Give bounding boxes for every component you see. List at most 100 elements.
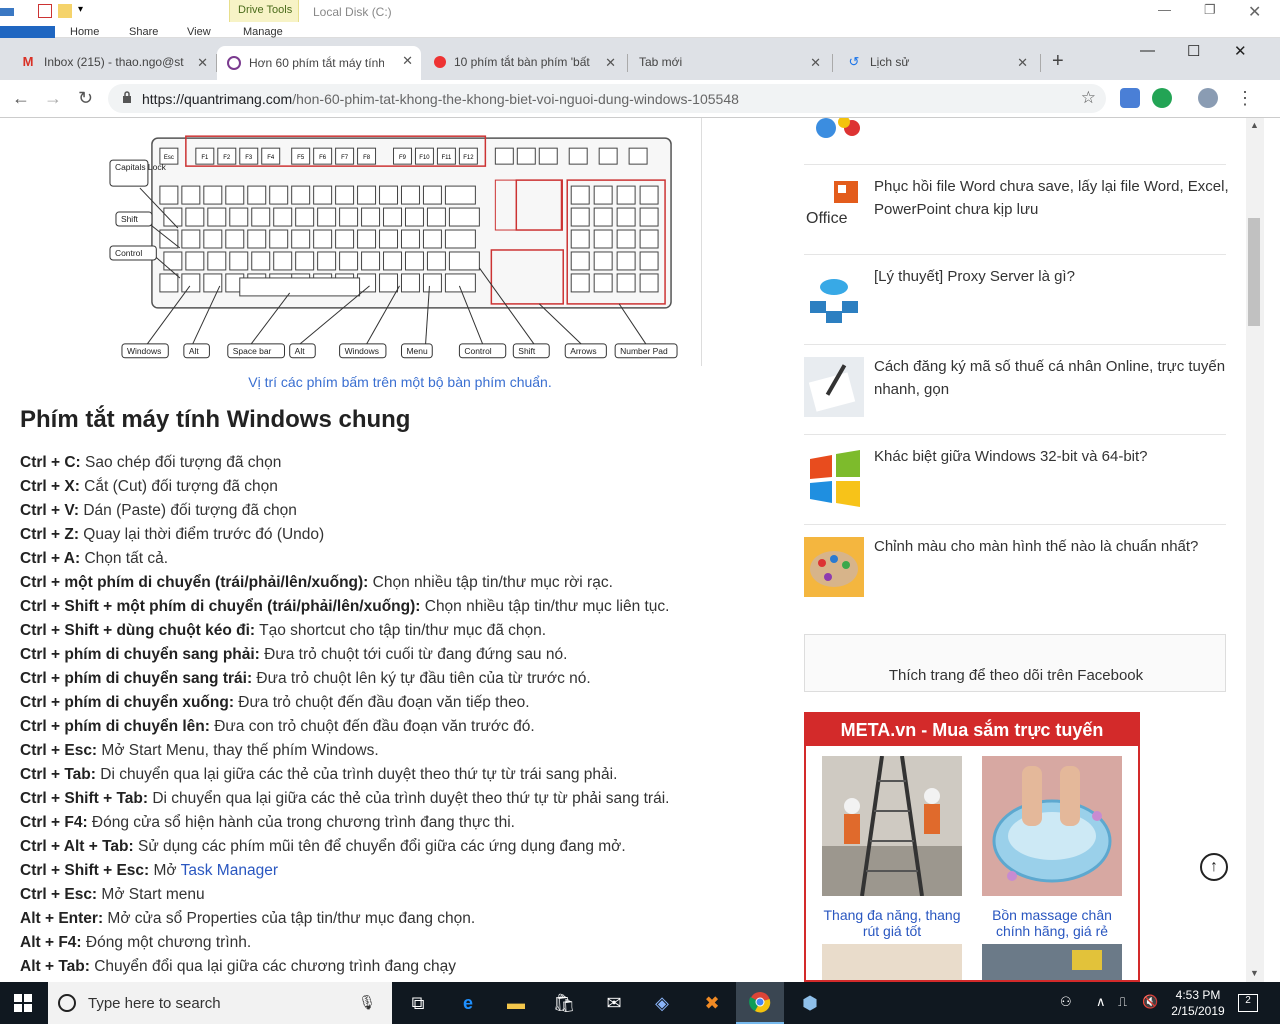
people-icon[interactable]: ⚇ [1060, 994, 1072, 1010]
key [247, 185, 267, 205]
tab-news[interactable]: 10 phím tắt bàn phím 'bất ✕ [424, 48, 624, 76]
tab-new[interactable]: Tab mới ✕ [629, 48, 829, 76]
related-article-item[interactable]: [Lý thuyết] Proxy Server là gì? [804, 254, 1226, 344]
callout-label: Shift [518, 346, 536, 356]
task-manager-link[interactable]: Task Manager [181, 862, 278, 879]
volume-mute-icon[interactable]: 🔇 [1142, 994, 1158, 1010]
notification-center-icon[interactable]: 2 [1238, 994, 1258, 1012]
related-article-item[interactable]: Cách đăng ký mã số thuế cá nhân Online, … [804, 344, 1226, 434]
tab-quantrimang[interactable]: Hơn 60 phím tắt máy tính ✕ [217, 46, 421, 80]
tab-gmail[interactable]: M Inbox (215) - thao.ngo@stu ✕ [10, 48, 216, 76]
related-article-title[interactable]: [Lý thuyết] Proxy Server là gì? [874, 265, 1229, 288]
product-title[interactable]: Thang đa năng, thang rút giá tốt [822, 907, 962, 939]
maximize-icon[interactable]: ☐ [1187, 42, 1200, 60]
utility-key [538, 147, 558, 165]
shortcut-keys: Ctrl + A: [20, 550, 81, 567]
virtualbox-icon[interactable]: ⬢ [786, 982, 834, 1024]
new-tab-button[interactable]: + [1052, 50, 1064, 73]
related-article-item[interactable] [804, 118, 1226, 154]
chevron-down-icon[interactable]: ▾ [78, 4, 92, 18]
key [404, 251, 424, 271]
minimize-icon[interactable]: — [1140, 42, 1155, 59]
numpad-key [593, 229, 613, 249]
ribbon-file-tab[interactable] [0, 26, 55, 38]
chevron-up-icon[interactable]: ∧ [1096, 994, 1106, 1010]
numpad-key [639, 207, 659, 227]
close-icon[interactable]: ✕ [402, 53, 413, 69]
close-icon[interactable]: ✕ [605, 55, 616, 71]
tab-history[interactable]: ↺ Lịch sử ✕ [836, 48, 1036, 76]
forward-icon[interactable]: → [44, 88, 62, 109]
history-icon: ↺ [848, 54, 860, 69]
network-icon[interactable]: ⎍ [1118, 994, 1127, 1010]
key [400, 185, 420, 205]
callout-label: Menu [406, 346, 427, 356]
related-article-title[interactable]: Phục hồi file Word chưa save, lấy lại fi… [874, 175, 1229, 221]
close-icon[interactable]: ✕ [1248, 2, 1261, 22]
file-explorer-icon[interactable]: ▬ [492, 982, 540, 1024]
shortcut-keys: Alt + Enter: [20, 910, 104, 927]
close-icon[interactable]: ✕ [1234, 42, 1247, 60]
related-article-title[interactable]: Cách đăng ký mã số thuế cá nhân Online, … [874, 355, 1229, 401]
ribbon-home-tab[interactable]: Home [70, 26, 99, 38]
xampp-icon[interactable]: ✖ [688, 982, 736, 1024]
related-article-item[interactable]: Khác biệt giữa Windows 32-bit và 64-bit? [804, 434, 1226, 524]
shortcut-keys: Ctrl + Shift + dùng chuột kéo đi: [20, 622, 256, 639]
related-article-title[interactable]: Khác biệt giữa Windows 32-bit và 64-bit? [874, 445, 1229, 468]
page-scrollbar[interactable]: ▲ ▼ [1246, 118, 1264, 982]
product-title[interactable]: Bồn massage chân chính hãng, giá rẻ [982, 907, 1122, 939]
key [203, 185, 223, 205]
key [181, 273, 201, 293]
shortcut-description: Quay lại thời điểm trước đó (Undo) [79, 526, 325, 543]
related-article-title[interactable]: Chỉnh màu cho màn hình thế nào là chuẩn … [874, 535, 1229, 558]
meta-ad-widget[interactable]: META.vn - Mua sắm trực tuyến Thang đa nă… [804, 712, 1140, 982]
explorer-icon[interactable] [0, 8, 14, 16]
microphone-icon[interactable]: 🎙 [358, 994, 376, 1011]
file-explorer-titlebar: ▾ Drive Tools Local Disk (C:) — ❐ ✕ Home… [0, 0, 1280, 38]
key [181, 185, 201, 205]
properties-icon[interactable] [38, 4, 52, 18]
ribbon-view-tab[interactable]: View [187, 26, 211, 38]
product-foot-massage[interactable]: Bồn massage chân chính hãng, giá rẻ [982, 756, 1122, 939]
new-folder-icon[interactable] [58, 4, 72, 18]
store-icon[interactable]: 🛍 [540, 982, 588, 1024]
chrome-logo [749, 992, 771, 1013]
grammarly-extension-icon[interactable] [1152, 88, 1172, 108]
scroll-down-arrow-icon[interactable]: ▼ [1250, 968, 1259, 978]
related-article-item[interactable]: Office Phục hồi file Word chưa save, lấy … [804, 164, 1229, 254]
related-article-item[interactable]: Chỉnh màu cho màn hình thế nào là chuẩn … [804, 524, 1226, 614]
task-view-icon[interactable]: ⧉ [394, 982, 442, 1024]
facebook-follow-box[interactable]: Thích trang để theo dõi trên Facebook [804, 634, 1226, 692]
callout-label: Shift [121, 214, 139, 224]
system-clock[interactable]: 4:53 PM 2/15/2019 [1166, 987, 1230, 1019]
mail-icon[interactable]: ✉ [590, 982, 638, 1024]
key [163, 251, 183, 271]
key [269, 229, 289, 249]
close-icon[interactable]: ✕ [1017, 55, 1028, 71]
product-ladder[interactable]: Thang đa năng, thang rút giá tốt [822, 755, 962, 939]
vscode-like-app-icon[interactable]: ◈ [638, 982, 686, 1024]
minimize-icon[interactable]: — [1158, 2, 1171, 17]
menu-icon[interactable]: ⋮ [1236, 88, 1254, 109]
address-bar[interactable]: https://quantrimang.com/hon-60-phim-tat-… [108, 84, 1106, 113]
windows-start-icon[interactable] [14, 994, 32, 1012]
shortcut-keys: Ctrl + phím di chuyển lên: [20, 718, 210, 735]
ribbon-share-tab[interactable]: Share [129, 26, 158, 38]
ribbon-manage-tab[interactable]: Manage [243, 26, 283, 38]
restore-icon[interactable]: ❐ [1204, 2, 1216, 18]
taskbar-search-box[interactable]: Type here to search 🎙 [48, 982, 392, 1024]
back-icon[interactable]: ← [12, 88, 30, 109]
translate-extension-icon[interactable] [1120, 88, 1140, 108]
scroll-thumb[interactable] [1248, 218, 1260, 326]
key [357, 185, 377, 205]
reload-icon[interactable]: ↻ [78, 88, 93, 109]
bookmark-star-icon[interactable]: ☆ [1081, 88, 1096, 108]
close-icon[interactable]: ✕ [810, 55, 821, 71]
scroll-up-arrow-icon[interactable]: ▲ [1250, 120, 1259, 130]
chrome-icon[interactable] [736, 982, 784, 1024]
profile-avatar[interactable] [1198, 88, 1218, 108]
shortcut-description: Di chuyển qua lại giữa các thẻ của trình… [95, 766, 618, 783]
scroll-to-top-button[interactable]: ↑ [1200, 853, 1228, 881]
close-icon[interactable]: ✕ [197, 55, 208, 71]
edge-icon[interactable]: e [444, 982, 492, 1024]
